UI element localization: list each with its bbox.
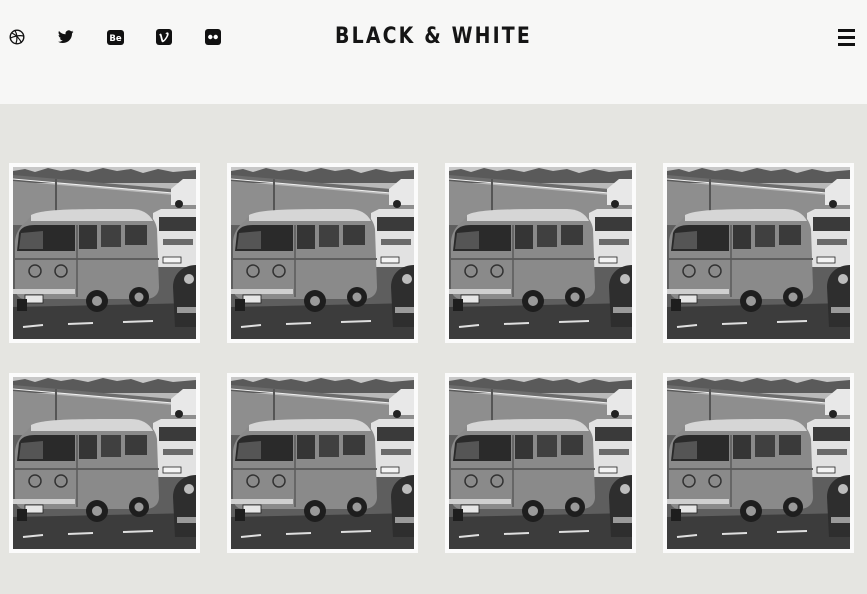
gallery-item[interactable] xyxy=(663,163,854,343)
photo-vw-bus xyxy=(667,167,850,339)
gallery-item[interactable] xyxy=(9,163,200,343)
photo-vw-bus xyxy=(13,167,196,339)
gallery-item[interactable] xyxy=(227,373,418,553)
gallery-item[interactable] xyxy=(227,163,418,343)
gallery-item[interactable] xyxy=(663,373,854,553)
hamburger-menu-icon[interactable] xyxy=(838,29,855,46)
photo-vw-bus xyxy=(231,377,414,549)
dribbble-icon[interactable] xyxy=(8,28,26,46)
photo-vw-bus xyxy=(667,377,850,549)
gallery-item[interactable] xyxy=(9,373,200,553)
photo-vw-bus xyxy=(449,167,632,339)
photo-vw-bus xyxy=(231,167,414,339)
site-title[interactable]: BLACK & WHITE xyxy=(61,24,807,49)
gallery-item[interactable] xyxy=(445,373,636,553)
photo-vw-bus xyxy=(13,377,196,549)
photo-vw-bus xyxy=(449,377,632,549)
site-header: Be BLACK & WHITE xyxy=(0,0,867,104)
gallery-item[interactable] xyxy=(445,163,636,343)
